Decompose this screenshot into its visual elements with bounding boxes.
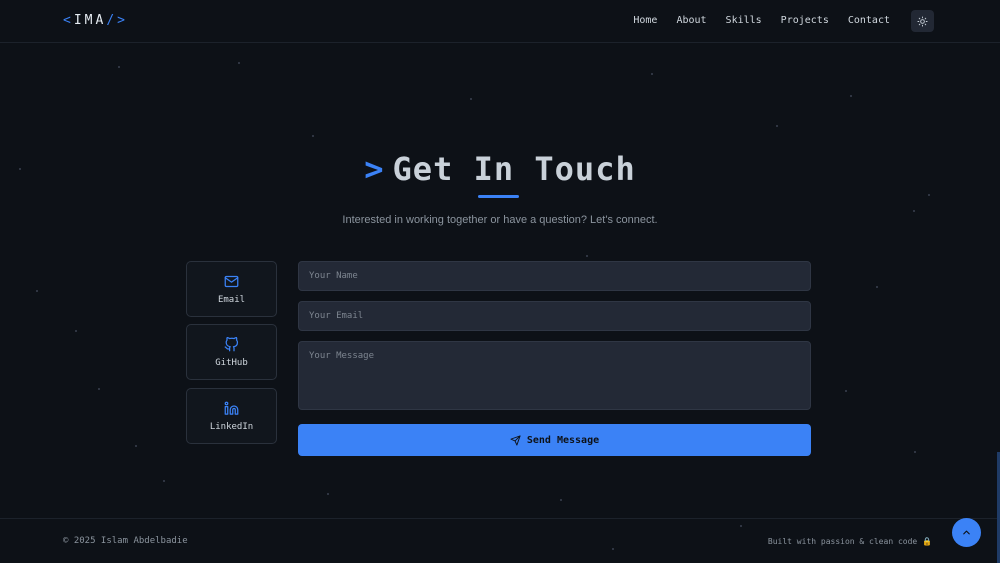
nav-home[interactable]: Home xyxy=(633,15,657,26)
contact-card-label: GitHub xyxy=(215,357,248,368)
github-icon xyxy=(224,336,239,351)
contact-card-label: LinkedIn xyxy=(209,421,254,432)
logo-close-bracket: /> xyxy=(106,13,128,28)
nav-about[interactable]: About xyxy=(676,15,706,26)
mail-icon xyxy=(224,275,239,287)
theme-toggle-button[interactable] xyxy=(911,10,934,32)
footer: © 2025 Islam Abdelbadie Built with passi… xyxy=(0,518,1000,563)
contact-card-email[interactable]: Email xyxy=(186,261,277,317)
chevron-up-icon xyxy=(963,530,970,535)
section-subtitle: Interested in working together or have a… xyxy=(342,214,658,226)
sun-icon xyxy=(917,15,928,27)
send-message-label: Send Message xyxy=(526,434,600,446)
email-input[interactable] xyxy=(298,301,811,331)
scroll-to-top-button[interactable] xyxy=(952,518,981,547)
nav-skills[interactable]: Skills xyxy=(726,15,762,26)
title-underline xyxy=(478,195,519,198)
logo-text: IMA xyxy=(73,13,107,28)
contact-card-github[interactable]: GitHub xyxy=(186,324,277,380)
logo[interactable]: <IMA/> xyxy=(63,13,128,28)
built-with-text: Built with passion & clean code 🔒 xyxy=(767,537,932,546)
send-icon xyxy=(510,434,521,446)
section-title-text: Get In Touch xyxy=(392,150,636,188)
name-input[interactable] xyxy=(298,261,811,291)
prompt-symbol: > xyxy=(364,150,385,188)
nav-contact[interactable]: Contact xyxy=(848,15,890,26)
nav-projects[interactable]: Projects xyxy=(781,15,829,26)
send-message-button[interactable]: Send Message xyxy=(298,424,811,456)
contact-card-label: Email xyxy=(217,294,246,305)
copyright-text: © 2025 Islam Abdelbadie xyxy=(63,536,188,546)
logo-open-bracket: < xyxy=(63,13,74,28)
linkedin-icon xyxy=(224,401,239,415)
message-textarea[interactable] xyxy=(298,341,811,410)
top-navigation: <IMA/> Home About Skills Projects Contac… xyxy=(0,0,1000,43)
section-title: > Get In Touch xyxy=(0,150,1000,188)
nav-links: Home About Skills Projects Contact xyxy=(633,15,890,26)
contact-card-linkedin[interactable]: LinkedIn xyxy=(186,388,277,444)
